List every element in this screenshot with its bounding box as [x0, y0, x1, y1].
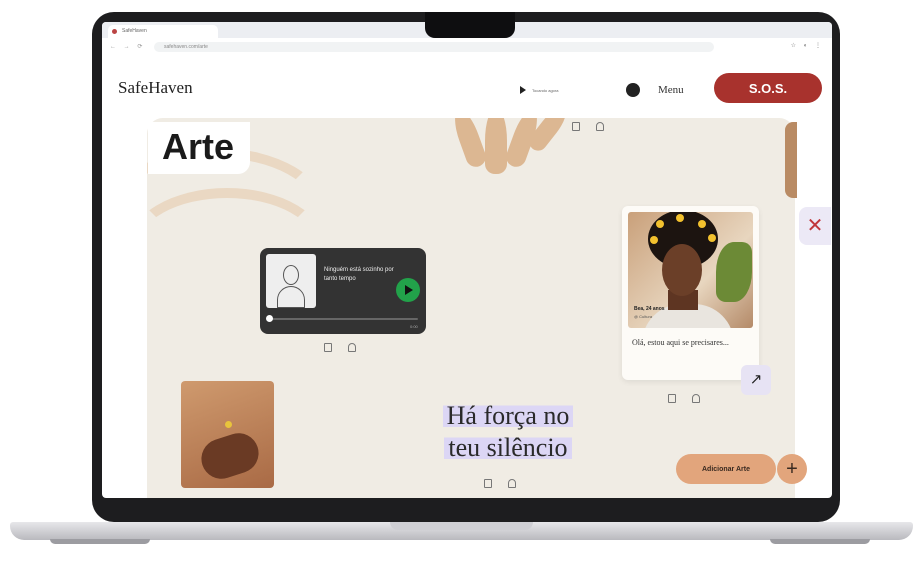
portrait-message: Olá, estou aqui se precisares...	[632, 338, 729, 347]
plus-icon[interactable]: +	[777, 454, 807, 484]
portrait-card[interactable]: Bea, 24 anos @ Cultura Olá, estou aqui s…	[622, 206, 759, 380]
share-icon[interactable]	[692, 394, 700, 403]
sketch-head	[283, 265, 299, 285]
quote-line-2: teu silêncio	[444, 433, 572, 462]
photo-foliage	[716, 242, 752, 302]
decorative-leaf	[485, 118, 507, 174]
camera-notch	[425, 12, 515, 38]
laptop-base-notch	[390, 522, 533, 530]
bookmark-icon[interactable]	[668, 394, 676, 403]
favicon-icon	[112, 29, 117, 34]
add-art-button[interactable]: Adicionar Arte	[676, 454, 776, 484]
sketch-body	[277, 286, 305, 308]
share-icon[interactable]	[508, 479, 516, 488]
open-card-button[interactable]: ↗	[741, 365, 771, 395]
music-card[interactable]: Ninguém está sozinho por tanto tempo 0:0…	[260, 248, 426, 334]
brand-logo[interactable]: SafeHaven	[118, 78, 193, 98]
play-icon[interactable]	[520, 86, 526, 94]
laptop-foot	[50, 539, 150, 544]
browser-nav-icons[interactable]: ← → ⟳	[110, 43, 145, 50]
browser-toolbar-icons[interactable]: ☆ ◐ ⋮	[791, 42, 824, 49]
photo-caption-sub: @ Cultura	[634, 314, 653, 319]
quote-card-actions	[484, 479, 516, 488]
portrait-card-actions	[668, 394, 700, 403]
url-field[interactable]: safehaven.com/arte	[154, 42, 714, 52]
bookmark-icon[interactable]	[572, 122, 580, 131]
photo-flower	[698, 220, 706, 228]
photo-bud	[225, 421, 232, 428]
close-button[interactable]: ✕	[799, 207, 831, 245]
photo-face	[662, 244, 702, 296]
browser-tab[interactable]: SafeHaven	[108, 25, 218, 38]
share-icon[interactable]	[596, 122, 604, 131]
bookmark-icon[interactable]	[484, 479, 492, 488]
partial-side-card[interactable]	[785, 122, 797, 198]
music-card-actions	[324, 343, 356, 352]
progress-handle[interactable]	[266, 315, 273, 322]
play-button[interactable]	[396, 278, 420, 302]
mini-player-avatar	[626, 83, 640, 97]
sos-button[interactable]: S.O.S.	[714, 73, 822, 103]
hands-photo[interactable]	[181, 381, 274, 488]
quote-line-1: Há força no	[442, 401, 574, 430]
photo-flower	[708, 234, 716, 242]
app-header: SafeHaven Tocando agora Menu S.O.S.	[102, 56, 832, 118]
menu-link[interactable]: Menu	[658, 84, 684, 96]
music-title: Ninguém está sozinho por tanto tempo	[324, 267, 394, 282]
top-card-actions	[572, 122, 604, 131]
photo-hand	[196, 428, 264, 484]
mini-player-text: Tocando agora	[532, 87, 559, 93]
laptop-screen: SafeHaven ← → ⟳ safehaven.com/arte ☆ ◐ ⋮…	[102, 22, 832, 498]
quote-card[interactable]: Há força no teu silêncio	[418, 400, 598, 464]
decorative-leaf	[449, 118, 489, 170]
laptop-foot	[770, 539, 870, 544]
share-icon[interactable]	[348, 343, 356, 352]
page-title-box: Arte	[148, 122, 251, 174]
portrait-photo: Bea, 24 anos @ Cultura	[628, 212, 753, 328]
photo-flower	[676, 214, 684, 222]
browser-tab-title: SafeHaven	[122, 28, 147, 34]
page-title: Arte	[162, 126, 235, 167]
bookmark-icon[interactable]	[324, 343, 332, 352]
photo-caption-name: Bea, 24 anos	[634, 306, 665, 312]
photo-flower	[656, 220, 664, 228]
progress-track[interactable]	[268, 318, 418, 320]
music-thumbnail	[266, 254, 316, 308]
photo-flower	[650, 236, 658, 244]
mini-player[interactable]: Tocando agora	[520, 83, 640, 97]
music-time: 0:00	[410, 324, 418, 329]
address-bar: ← → ⟳ safehaven.com/arte ☆ ◐ ⋮	[102, 38, 832, 57]
